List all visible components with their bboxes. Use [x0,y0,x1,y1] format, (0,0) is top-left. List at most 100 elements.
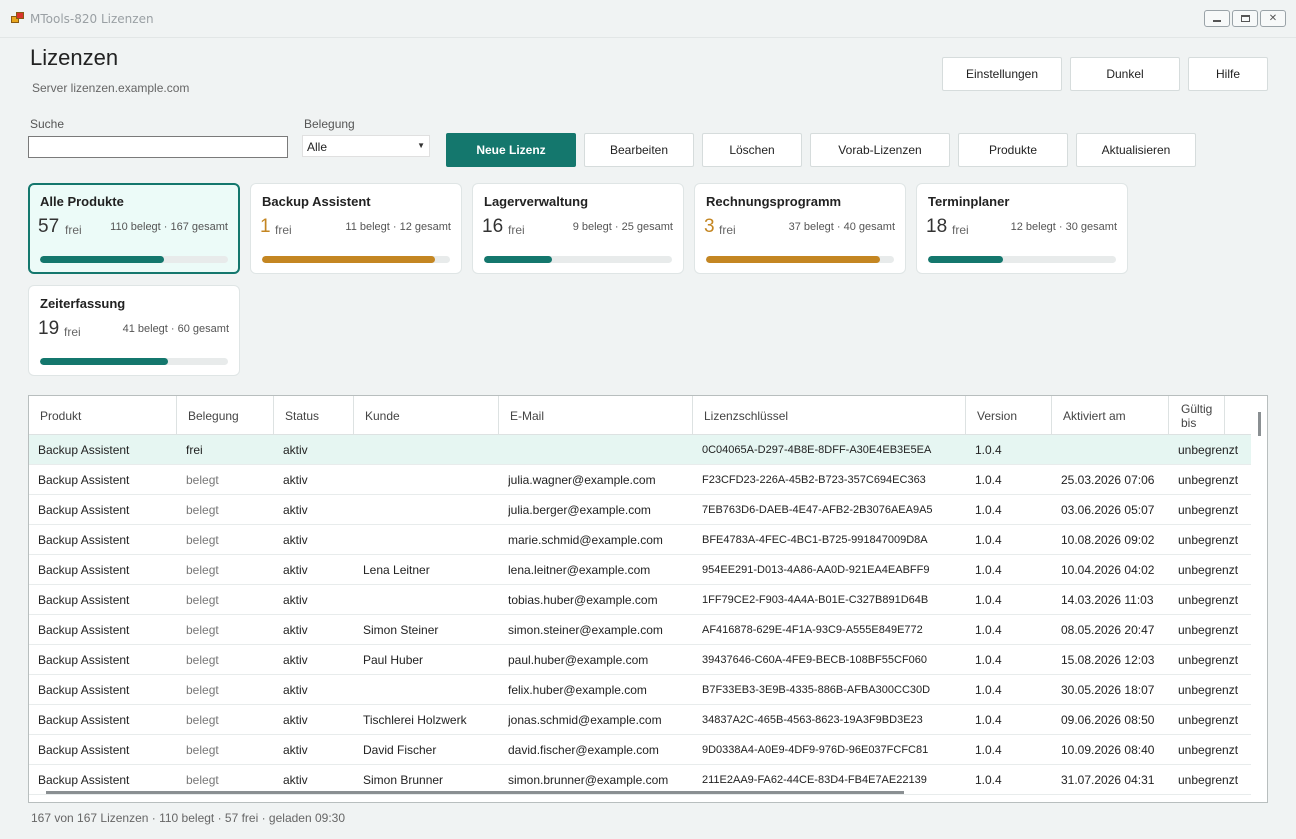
table-cell: 1.0.4 [975,593,1002,607]
column-header[interactable]: Version [966,396,1052,435]
table-cell: Backup Assistent [38,533,130,547]
table-cell: aktiv [283,593,308,607]
table-cell: Backup Assistent [38,623,130,637]
card-usage-fill [40,358,169,365]
table-row[interactable]: Backup Assistent belegt aktiv julia.berger@… [29,495,1251,525]
table-cell: 9D0338A4-A0E9-4DF9-976D-96E037FCFC81 [702,744,929,756]
new-license-button[interactable]: Neue Lizenz [446,133,576,167]
card-usage-fill [40,256,165,263]
settings-button[interactable]: Einstellungen [942,57,1062,91]
column-header[interactable]: Aktiviert am [1052,396,1169,435]
column-header[interactable]: Produkt [29,396,177,435]
app-icon [11,12,25,24]
product-card[interactable]: Zeiterfassung 19 frei 41 belegt · 60 gesamt [28,285,240,376]
table-row[interactable]: Backup Assistent belegt aktiv Simon Steiner… [29,615,1251,645]
delete-button[interactable]: Löschen [702,133,802,167]
column-header[interactable]: Lizenzschlüssel [693,396,966,435]
table-cell: unbegrenzt [1178,533,1239,547]
horizontal-scrollbar[interactable] [46,791,904,794]
pre-licenses-button[interactable]: Vorab-Lizenzen [810,133,950,167]
search-input[interactable] [28,136,288,158]
table-cell: 39437646-C60A-4FE9-BECB-108BF55CF060 [702,654,928,666]
table-cell: unbegrenzt [1178,713,1239,727]
card-usage-stats: 11 belegt · 12 gesamt [345,221,451,233]
table-row[interactable]: Backup Assistent belegt aktiv tobias.huber@… [29,585,1251,615]
table-cell: unbegrenzt [1178,743,1239,757]
table-cell: Backup Assistent [38,653,130,667]
maximize-button[interactable] [1232,10,1258,27]
table-cell: felix.huber@example.com [508,683,647,697]
table-cell: belegt [186,743,219,757]
card-free-count: 18 [926,216,948,237]
table-row[interactable]: Backup Assistent belegt aktiv marie.schmid@… [29,525,1251,555]
close-icon: ✕ [1268,12,1278,24]
card-usage-fill [484,256,552,263]
table-cell: aktiv [283,503,308,517]
column-header[interactable]: Belegung [177,396,274,435]
minimize-button[interactable] [1204,10,1230,27]
table-cell: Tischlerei Holzwerk [363,713,467,727]
table-cell: 14.03.2026 11:03 [1061,593,1154,607]
table-row[interactable]: Backup Assistent belegt aktiv David Fischer… [29,735,1251,765]
table-cell [508,435,693,465]
product-card[interactable]: Terminplaner 18 frei 12 belegt · 30 gesamt [916,183,1128,274]
theme-toggle-button[interactable]: Dunkel [1070,57,1180,91]
card-free-count: 57 [38,216,60,237]
table-cell: marie.schmid@example.com [508,533,663,547]
table-cell: 954EE291-D013-4A86-AA0D-921EA4EABFF9 [702,564,930,576]
table-cell: Backup Assistent [38,713,130,727]
refresh-button[interactable]: Aktualisieren [1076,133,1196,167]
card-usage-stats: 110 belegt · 167 gesamt [110,221,228,233]
vertical-scrollbar[interactable] [1258,412,1261,436]
license-table[interactable]: Produkt Belegung Status Kunde E-Mail Lizenzsc… [28,395,1268,803]
edit-button[interactable]: Bearbeiten [584,133,694,167]
table-cell: Backup Assistent [38,743,130,757]
table-cell: Backup Assistent [38,593,130,607]
table-cell: Simon Steiner [363,623,439,637]
table-cell: 30.05.2026 18:07 [1061,683,1155,697]
table-row[interactable]: Backup Assistent belegt aktiv Tischlerei Ho… [29,705,1251,735]
assignment-select[interactable]: Alle ▼ [302,135,430,157]
table-cell: 34837A2C-465B-4563-8623-19A3F9BD3E23 [702,714,923,726]
product-card[interactable]: Lagerverwaltung 16 frei 9 belegt · 25 gesam… [472,183,684,274]
table-row[interactable]: Backup Assistent belegt aktiv Lena Leitner l… [29,555,1251,585]
chevron-down-icon: ▼ [417,141,425,150]
minimize-icon [1213,20,1221,22]
column-header[interactable]: Kunde [354,396,499,435]
table-cell: 1.0.4 [975,653,1002,667]
table-cell: 1FF79CE2-F903-4A4A-B01E-C327B891D64B [702,594,929,606]
table-row[interactable]: Backup Assistent belegt aktiv julia.wagner@… [29,465,1251,495]
table-cell: Backup Assistent [38,473,130,487]
page-title: Lizenzen [30,45,119,70]
table-cell: paul.huber@example.com [508,653,649,667]
card-product-name: Alle Produkte [40,194,124,209]
table-cell: David Fischer [363,743,437,757]
close-button[interactable]: ✕ [1260,10,1286,27]
column-header[interactable]: E-Mail [499,396,693,435]
help-button[interactable]: Hilfe [1188,57,1268,91]
card-usage-fill [706,256,880,263]
table-row[interactable]: Backup Assistent frei aktiv 0C04065A-D297-4… [29,435,1251,465]
column-header[interactable]: Status [274,396,354,435]
table-cell: 7EB763D6-DAEB-4E47-AFB2-2B3076AEA9A5 [702,504,933,516]
table-cell: aktiv [283,623,308,637]
table-cell: 1.0.4 [975,473,1002,487]
table-cell [363,465,499,495]
table-cell: unbegrenzt [1178,653,1239,667]
table-cell [363,585,499,615]
table-cell: tobias.huber@example.com [508,593,658,607]
table-row[interactable]: Backup Assistent belegt aktiv felix.huber@e… [29,675,1251,705]
card-free-label: frei [275,223,292,237]
card-product-name: Backup Assistent [262,194,371,209]
table-header: Produkt Belegung Status Kunde E-Mail Lizenzsc… [29,396,1251,435]
table-cell: 1.0.4 [975,443,1002,457]
products-button[interactable]: Produkte [958,133,1068,167]
product-card[interactable]: Backup Assistent 1 frei 11 belegt · 12 gesa… [250,183,462,274]
table-row[interactable]: Backup Assistent belegt aktiv Paul Huber pau… [29,645,1251,675]
column-header[interactable]: Gültig bis [1169,396,1225,435]
product-card[interactable]: Alle Produkte 57 frei 110 belegt · 167 gesa… [28,183,240,274]
product-card[interactable]: Rechnungsprogramm 3 frei 37 belegt · 40 ges… [694,183,906,274]
table-cell: 1.0.4 [975,773,1002,787]
card-free-label: frei [952,223,969,237]
table-cell: 03.06.2026 05:07 [1061,503,1155,517]
